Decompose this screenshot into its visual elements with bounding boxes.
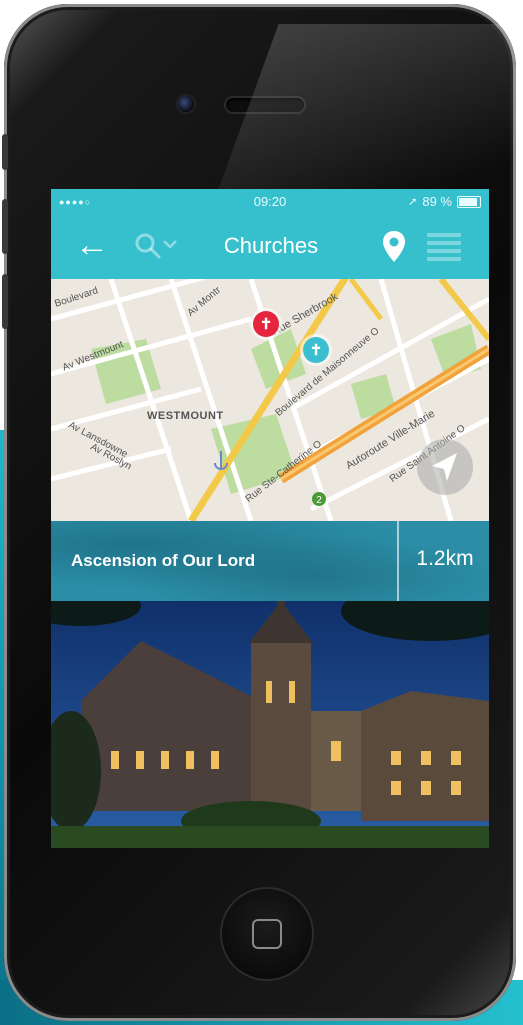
earpiece-speaker: [226, 98, 304, 112]
mute-switch: [2, 134, 8, 170]
church-name: Ascension of Our Lord: [71, 551, 256, 570]
map-pin-icon: [383, 231, 405, 262]
app-screen: ●●●●○ 09:20 ➚ 89 % ← Churches 2 Boulevar…: [51, 189, 489, 848]
volume-up-button: [2, 199, 8, 254]
map-view[interactable]: 2 Boulevard Av Westmount Av Lansdowne Av…: [51, 279, 489, 521]
back-button[interactable]: ←: [75, 226, 115, 265]
search-dropdown-button[interactable]: [133, 231, 183, 263]
list-view-button[interactable]: [427, 233, 461, 261]
locate-me-button[interactable]: [417, 439, 473, 495]
route-badge-text: 2: [316, 495, 322, 506]
map-label-westmount: WESTMOUNT: [147, 410, 224, 422]
volume-down-button: [2, 274, 8, 329]
home-square-icon: [252, 919, 282, 949]
battery-status: ➚ 89 %: [408, 194, 481, 209]
navigation-arrow-icon: [432, 453, 457, 481]
search-icon: [135, 233, 177, 259]
selected-church-bar[interactable]: Ascension of Our Lord 1.2km: [51, 521, 489, 601]
status-bar: ●●●●○ 09:20 ➚ 89 %: [51, 189, 489, 213]
church-photo: [51, 601, 489, 848]
church-distance: 1.2km: [416, 547, 474, 570]
front-camera: [178, 96, 194, 112]
home-button[interactable]: [222, 889, 312, 979]
church-pin[interactable]: ✝: [303, 337, 329, 363]
arrow-left-icon: ←: [75, 226, 109, 264]
result-divider: [397, 521, 399, 601]
battery-percent: 89 %: [422, 194, 452, 209]
app-header: ●●●●○ 09:20 ➚ 89 % ← Churches: [51, 189, 489, 279]
church-pin-selected[interactable]: ✝: [253, 311, 279, 337]
map-view-button[interactable]: [381, 229, 407, 265]
page-title: Churches: [223, 233, 319, 258]
battery-icon: [457, 195, 481, 208]
navigation-bar: ← Churches: [51, 219, 489, 275]
location-arrow-icon: ➚: [408, 196, 418, 208]
